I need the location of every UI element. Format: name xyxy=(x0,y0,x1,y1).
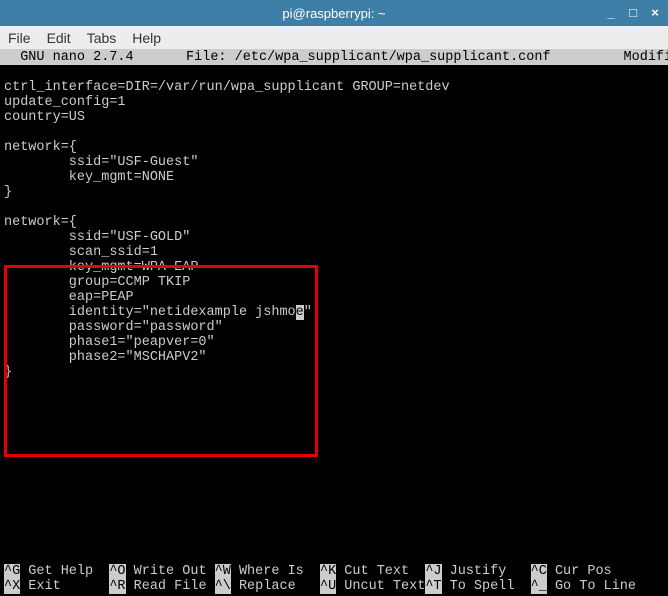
shortcut-key: ^_ xyxy=(531,579,547,594)
menu-help[interactable]: Help xyxy=(132,30,161,46)
shortcut-key: ^C xyxy=(531,564,547,579)
shortcut-label: Go To Line xyxy=(547,579,636,594)
config-line: key_mgmt=WPA-EAP xyxy=(4,260,198,275)
shortcut-label: Write Out xyxy=(126,564,215,579)
config-line: password="password" xyxy=(4,320,223,335)
shortcut-label: Cut Text xyxy=(336,564,425,579)
config-line: } xyxy=(4,365,12,380)
menubar: File Edit Tabs Help xyxy=(0,26,668,50)
close-button[interactable]: × xyxy=(646,3,664,21)
nano-header: GNU nano 2.7.4 File: /etc/wpa_supplicant… xyxy=(0,50,668,65)
config-line: } xyxy=(4,185,12,200)
shortcut-key: ^R xyxy=(109,579,125,594)
shortcut-label: Cur Pos xyxy=(547,564,612,579)
shortcut-label: Uncut Text xyxy=(336,579,425,594)
shortcut-label: Exit xyxy=(20,579,109,594)
shortcut-label: Replace xyxy=(231,579,320,594)
config-line: key_mgmt=NONE xyxy=(4,170,174,185)
shortcut-label: To Spell xyxy=(442,579,531,594)
config-line: " xyxy=(304,305,312,320)
config-line: ssid="USF-GOLD" xyxy=(4,230,190,245)
maximize-button[interactable]: □ xyxy=(624,3,642,21)
config-line: scan_ssid=1 xyxy=(4,245,158,260)
terminal-area[interactable]: GNU nano 2.7.4 File: /etc/wpa_supplicant… xyxy=(0,50,668,596)
config-line: country=US xyxy=(4,110,85,125)
shortcut-key: ^X xyxy=(4,579,20,594)
cursor: e xyxy=(296,305,304,320)
shortcut-key: ^K xyxy=(320,564,336,579)
shortcut-label: Where Is xyxy=(231,564,320,579)
menu-file[interactable]: File xyxy=(8,30,31,46)
config-line: update_config=1 xyxy=(4,95,126,110)
shortcut-key: ^\ xyxy=(215,579,231,594)
config-line: phase1="peapver=0" xyxy=(4,335,215,350)
nano-shortcuts: ^G Get Help ^O Write Out ^W Where Is ^K … xyxy=(0,564,668,596)
shortcut-label: Get Help xyxy=(20,564,109,579)
minimize-button[interactable]: _ xyxy=(602,3,620,21)
editor-content[interactable]: ctrl_interface=DIR=/var/run/wpa_supplica… xyxy=(0,65,668,380)
shortcut-key: ^O xyxy=(109,564,125,579)
window-controls: _ □ × xyxy=(602,3,664,21)
shortcut-label: Read File xyxy=(126,579,215,594)
menu-edit[interactable]: Edit xyxy=(47,30,71,46)
menu-tabs[interactable]: Tabs xyxy=(87,30,117,46)
shortcut-label: Justify xyxy=(442,564,531,579)
nano-version: GNU nano 2.7.4 xyxy=(4,50,150,65)
shortcut-key: ^G xyxy=(4,564,20,579)
config-line: eap=PEAP xyxy=(4,290,134,305)
shortcut-key: ^J xyxy=(425,564,441,579)
config-line: identity="netidexample jshmo xyxy=(4,305,296,320)
window-title: pi@raspberrypi: ~ xyxy=(282,6,385,21)
nano-status: Modified xyxy=(624,50,668,65)
config-line: ctrl_interface=DIR=/var/run/wpa_supplica… xyxy=(4,80,450,95)
nano-filepath: File: /etc/wpa_supplicant/wpa_supplicant… xyxy=(150,50,624,65)
shortcut-key: ^T xyxy=(425,579,441,594)
shortcut-key: ^W xyxy=(215,564,231,579)
shortcut-key: ^U xyxy=(320,579,336,594)
config-line: network={ xyxy=(4,140,77,155)
terminal-window: pi@raspberrypi: ~ _ □ × File Edit Tabs H… xyxy=(0,0,668,596)
config-line: ssid="USF-Guest" xyxy=(4,155,198,170)
config-line: phase2="MSCHAPV2" xyxy=(4,350,207,365)
window-titlebar: pi@raspberrypi: ~ _ □ × xyxy=(0,0,668,26)
config-line: group=CCMP TKIP xyxy=(4,275,190,290)
config-line: network={ xyxy=(4,215,77,230)
